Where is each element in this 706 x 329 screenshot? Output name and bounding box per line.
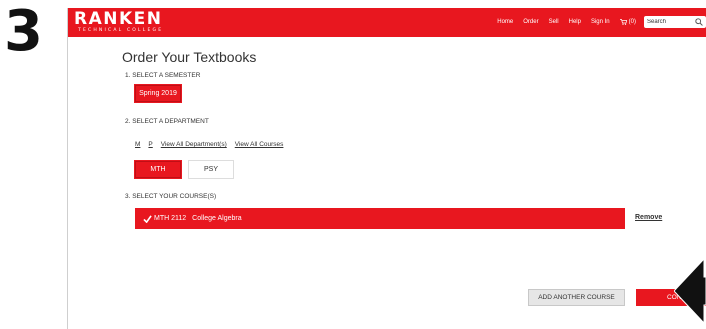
screenshot-root: 3 RANKEN TECHNICAL COLLEGE Home Order Se…	[0, 0, 706, 329]
courses-section-label: 3. SELECT YOUR COURSE(S)	[125, 193, 217, 200]
course-name: College Algebra	[192, 215, 242, 222]
browser-page: RANKEN TECHNICAL COLLEGE Home Order Sell…	[67, 8, 706, 329]
step-number: 3	[4, 0, 43, 64]
logo-wordmark: RANKEN	[74, 9, 163, 29]
view-all-departments-link[interactable]: View All Department(s)	[161, 141, 227, 148]
view-all-courses-link[interactable]: View All Courses	[235, 141, 284, 148]
department-letter-links: M P View All Department(s) View All Cour…	[135, 141, 291, 148]
department-mth-button[interactable]: MTH	[135, 161, 181, 178]
pointer-arrow-icon	[674, 257, 706, 325]
nav-sign-in[interactable]: Sign In	[591, 19, 610, 25]
search-icon[interactable]	[695, 18, 703, 26]
cart-link[interactable]: (0)	[619, 19, 636, 25]
semester-section-label: 1. SELECT A SEMESTER	[125, 72, 201, 79]
nav-order[interactable]: Order	[523, 19, 538, 25]
department-psy-button[interactable]: PSY	[188, 160, 234, 179]
add-another-course-button[interactable]: ADD ANOTHER COURSE	[528, 289, 625, 306]
search-input[interactable]	[644, 17, 695, 27]
remove-course-link[interactable]: Remove	[635, 214, 662, 221]
search-box	[644, 16, 706, 28]
page-title: Order Your Textbooks	[122, 49, 257, 65]
semester-spring-2019-button[interactable]: Spring 2019	[135, 85, 181, 102]
top-nav: Home Order Sell Help Sign In (0)	[487, 16, 706, 28]
dept-letter-m[interactable]: M	[135, 141, 140, 148]
logo-tagline: TECHNICAL COLLEGE	[78, 28, 164, 33]
shopping-cart-icon	[619, 19, 627, 25]
checkmark-icon	[143, 214, 152, 223]
nav-sell[interactable]: Sell	[549, 19, 559, 25]
ranken-logo[interactable]: RANKEN TECHNICAL COLLEGE	[74, 10, 184, 36]
department-section-label: 2. SELECT A DEPARTMENT	[125, 118, 209, 125]
site-header: RANKEN TECHNICAL COLLEGE Home Order Sell…	[68, 8, 706, 37]
dept-letter-p[interactable]: P	[148, 141, 152, 148]
nav-help[interactable]: Help	[569, 19, 581, 25]
selected-course-row[interactable]: MTH 2112 College Algebra	[135, 208, 625, 229]
cart-count: (0)	[628, 19, 636, 25]
course-code: MTH 2112	[154, 215, 187, 222]
nav-home[interactable]: Home	[497, 19, 513, 25]
